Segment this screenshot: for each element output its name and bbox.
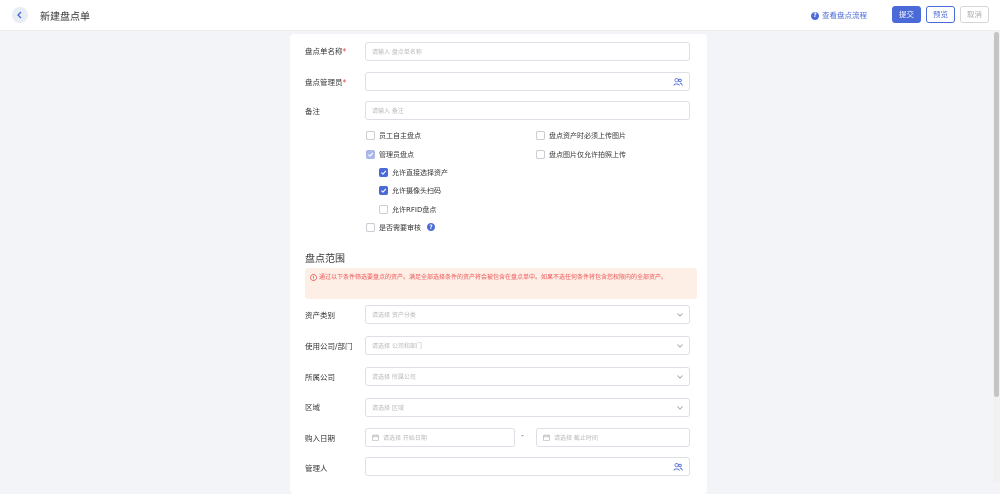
- name-label: 盘点单名称*: [305, 47, 347, 56]
- camera-scan-label: 允许摄像头扫码: [392, 187, 441, 195]
- chevron-down-icon: [677, 406, 683, 410]
- area-placeholder: 请选择 区域: [372, 405, 404, 412]
- scope-notice: 通过以下条件筛选要盘点的资产。满足全部选择条件的资产将会被包含在盘点单中。如果不…: [305, 268, 697, 299]
- photo-only-label: 盘点图片仅允许拍照上传: [549, 151, 626, 159]
- rfid-checkbox[interactable]: [379, 205, 388, 214]
- scrollbar-thumb[interactable]: [994, 32, 999, 397]
- category-select[interactable]: 请选择 资产分类: [365, 305, 690, 324]
- question-icon[interactable]: ?: [427, 223, 435, 231]
- category-placeholder: 请选择 资产分类: [372, 312, 416, 319]
- remark-label: 备注: [305, 107, 320, 116]
- rfid-label: 允许RFID盘点: [392, 206, 437, 214]
- category-label: 资产类别: [305, 311, 335, 320]
- submit-button[interactable]: 提交: [892, 6, 921, 23]
- manager-label: 盘点管理员*: [305, 78, 347, 87]
- scope-notice-text: 通过以下条件筛选要盘点的资产。满足全部选择条件的资产将会被包含在盘点单中。如果不…: [319, 274, 668, 281]
- company-select[interactable]: 请选择 所属公司: [365, 367, 690, 386]
- dept-select[interactable]: 请选择 公司和部门: [365, 336, 690, 355]
- scope-title: 盘点范围: [305, 254, 345, 265]
- page-title: 新建盘点单: [40, 12, 90, 23]
- direct-select-label: 允许直接选择资产: [392, 169, 448, 177]
- start-date-placeholder: 请选择 开始日期: [383, 435, 427, 442]
- users-icon[interactable]: [673, 462, 683, 472]
- chevron-down-icon: [677, 313, 683, 317]
- dept-label: 使用公司/部门: [305, 342, 353, 351]
- company-placeholder: 请选择 所属公司: [372, 374, 416, 381]
- required-mark: *: [342, 78, 347, 87]
- calendar-icon: [372, 434, 379, 441]
- users-icon[interactable]: [673, 77, 683, 87]
- check-icon: [381, 170, 387, 175]
- area-label: 区域: [305, 403, 320, 412]
- need-review-label: 是否需要审核: [379, 224, 421, 232]
- preview-button[interactable]: 预览: [926, 6, 955, 23]
- chevron-left-icon: [17, 11, 22, 19]
- question-icon: ?: [811, 11, 819, 20]
- photo-only-checkbox[interactable]: [536, 150, 545, 159]
- end-date-input[interactable]: 请选择 截止时间: [536, 428, 690, 447]
- end-date-placeholder: 请选择 截止时间: [554, 435, 598, 442]
- direct-select-checkbox[interactable]: [379, 168, 388, 177]
- check-icon: [381, 188, 387, 193]
- keeper-input[interactable]: [365, 457, 690, 476]
- area-select[interactable]: 请选择 区域: [365, 398, 690, 417]
- check-icon: [368, 152, 374, 157]
- must-upload-checkbox[interactable]: [536, 131, 545, 140]
- cancel-button[interactable]: 取消: [960, 6, 989, 23]
- employee-self-label: 员工自主盘点: [379, 132, 421, 140]
- company-label: 所属公司: [305, 373, 335, 382]
- calendar-icon: [543, 434, 550, 441]
- purchase-date-label: 购入日期: [305, 434, 335, 443]
- page-scrollbar[interactable]: [993, 30, 1000, 482]
- must-upload-label: 盘点资产时必须上传图片: [549, 132, 626, 140]
- chevron-down-icon: [677, 375, 683, 379]
- admin-checkbox[interactable]: [366, 150, 375, 159]
- date-range-separator: -: [521, 431, 524, 440]
- back-button[interactable]: [12, 7, 28, 23]
- info-icon: [310, 274, 317, 281]
- chevron-down-icon: [677, 344, 683, 348]
- view-flow-label: 查看盘点流程: [822, 11, 867, 20]
- employee-self-checkbox[interactable]: [366, 131, 375, 140]
- required-mark: *: [342, 47, 347, 56]
- camera-scan-checkbox[interactable]: [379, 186, 388, 195]
- start-date-input[interactable]: 请选择 开始日期: [365, 428, 515, 447]
- name-input[interactable]: 请输入 盘点单名称: [365, 42, 690, 61]
- top-bar: 新建盘点单 ? 查看盘点流程 提交 预览 取消: [0, 0, 1000, 31]
- dept-placeholder: 请选择 公司和部门: [372, 343, 422, 350]
- admin-label: 管理员盘点: [379, 151, 414, 159]
- need-review-checkbox[interactable]: [366, 223, 375, 232]
- view-flow-link[interactable]: ? 查看盘点流程: [811, 10, 867, 21]
- manager-input[interactable]: [365, 72, 690, 91]
- remark-input[interactable]: 请输入 备注: [365, 101, 690, 120]
- keeper-label: 管理人: [305, 464, 328, 473]
